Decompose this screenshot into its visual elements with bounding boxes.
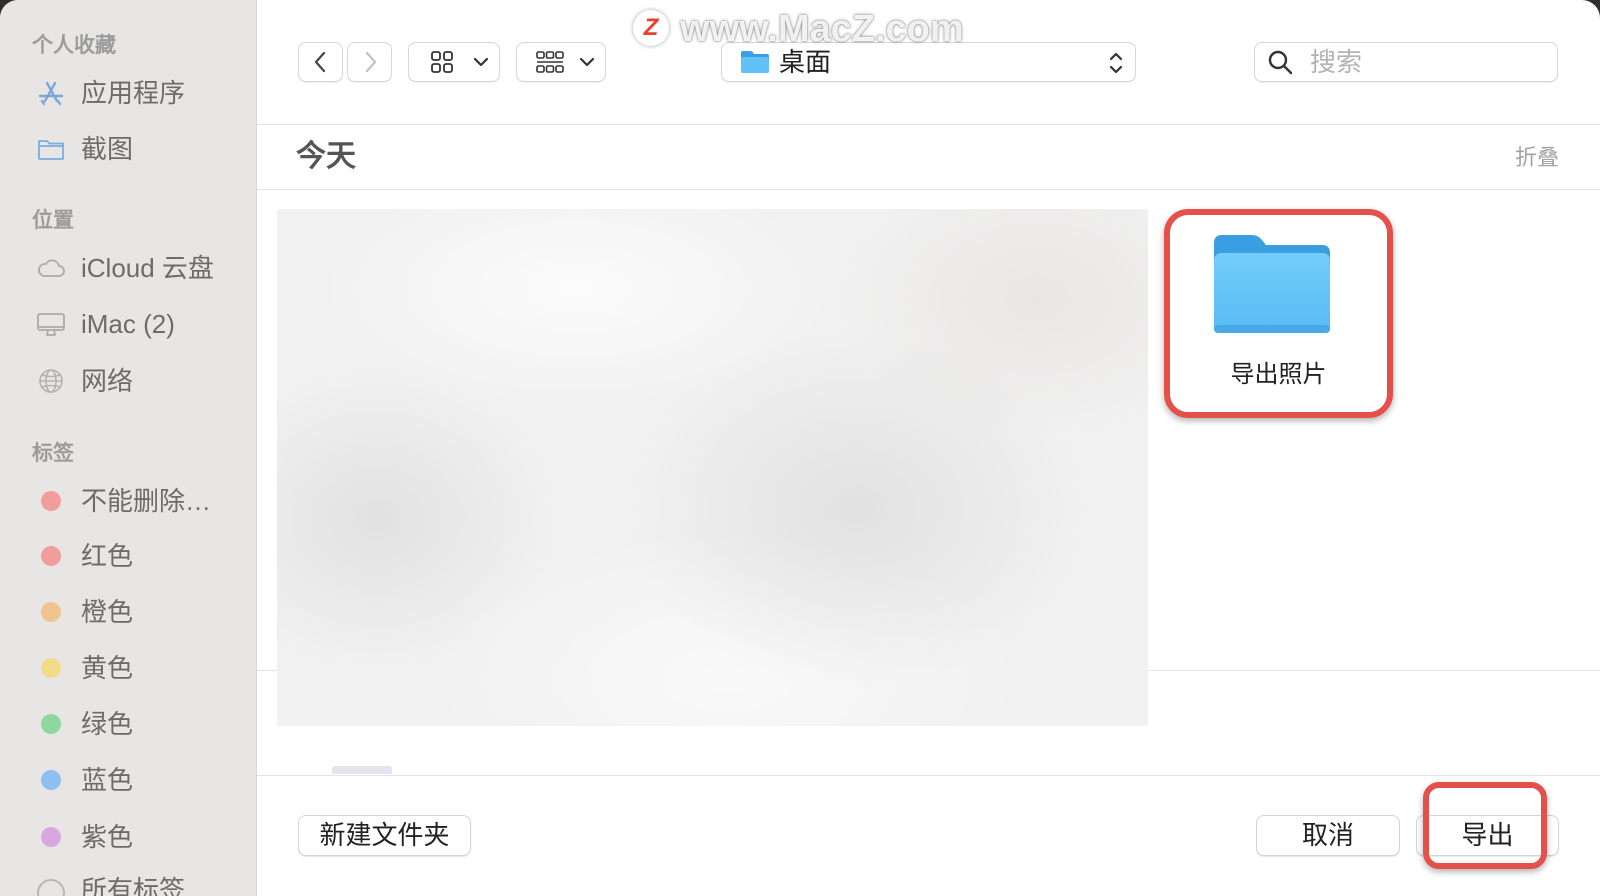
up-down-chevron-icon [1109,52,1123,74]
sidebar-section-tags: 标签 [32,442,74,465]
cancel-button[interactable]: 取消 [1256,815,1400,856]
sidebar-item-label: 蓝色 [81,765,134,795]
sidebar-item-applications[interactable]: 应用程序 [14,73,243,113]
sidebar-item-screenshots[interactable]: 截图 [14,129,243,169]
search-icon [1268,50,1293,75]
tag-color-dot [41,491,61,511]
sidebar-tag-green[interactable]: 绿色 [14,704,243,744]
folder-icon [1214,235,1330,333]
folder-icon [36,135,66,163]
sidebar-tag-red[interactable]: 红色 [14,536,243,576]
sidebar-tag-purple[interactable]: 紫色 [14,817,243,857]
app-store-icon [36,79,66,107]
folder-icon [741,51,769,73]
tag-color-dot [41,658,61,678]
tag-color-dot [41,827,61,847]
file-thumbnail-partial [332,766,392,774]
group-view-icon [536,51,564,73]
tag-color-dot [41,714,61,734]
sidebar-item-label: 黄色 [81,653,134,683]
collapse-button[interactable]: 折叠 [1515,145,1559,171]
sidebar-item-label: iMac (2) [81,309,175,339]
globe-icon [36,367,66,395]
grid-view-icon [431,51,453,73]
folder-name: 导出照片 [1230,361,1327,388]
sidebar: 个人收藏 应用程序 截图 位置 iCloud 云盘 iMac (2) 网络 标签… [0,0,257,896]
sidebar-item-label: 橙色 [81,597,134,627]
search-placeholder: 搜索 [1310,47,1363,77]
sidebar-item-label: 截图 [81,134,134,164]
view-mode-button[interactable] [408,42,500,82]
sidebar-tag-cannot-delete[interactable]: 不能删除… [14,481,243,521]
sidebar-item-label: 不能删除… [81,486,212,516]
sidebar-item-network[interactable]: 网络 [14,361,243,401]
sidebar-item-icloud-drive[interactable]: iCloud 云盘 [14,248,243,288]
group-mode-button[interactable] [516,42,606,82]
forward-button[interactable] [347,42,392,82]
sidebar-item-label: 红色 [81,541,134,571]
sidebar-item-imac[interactable]: iMac (2) [14,304,243,344]
toolbar-divider [257,124,1600,125]
watermark-text: www.MacZ.com [680,8,964,50]
back-button[interactable] [298,42,343,82]
chevron-left-icon [314,51,326,73]
sidebar-tag-blue[interactable]: 蓝色 [14,760,243,800]
sidebar-item-label: 网络 [81,366,134,396]
sidebar-item-label: iCloud 云盘 [81,253,214,283]
sidebar-section-locations: 位置 [32,209,74,232]
sidebar-tag-orange[interactable]: 橙色 [14,592,243,632]
sidebar-tag-yellow[interactable]: 黄色 [14,648,243,688]
sidebar-item-label: 绿色 [81,709,134,739]
chevron-down-icon [579,57,595,67]
chevron-right-icon [365,51,377,73]
search-field[interactable]: 搜索 [1254,42,1558,82]
sidebar-section-favorites: 个人收藏 [32,34,116,57]
tag-color-dot [41,770,61,790]
watermark-logo: Z [633,10,669,46]
export-button[interactable]: 导出 [1416,815,1559,856]
new-folder-button[interactable]: 新建文件夹 [298,815,471,856]
tag-color-dot [41,602,61,622]
group-header-divider [257,189,1600,190]
blurred-file-preview[interactable] [277,209,1148,726]
monitor-icon [36,310,66,338]
sidebar-item-label: 紫色 [81,822,134,852]
sidebar-item-label: 应用程序 [81,78,186,108]
chevron-down-icon [473,57,489,67]
cloud-icon [36,254,66,282]
tag-color-dot [41,546,61,566]
folder-item-export-photos[interactable]: 导出照片 [1164,209,1393,418]
save-dialog-window: 个人收藏 应用程序 截图 位置 iCloud 云盘 iMac (2) 网络 标签… [0,0,1600,896]
sidebar-item-all-tags[interactable]: 所有标签 [14,870,243,896]
footer-divider [257,775,1600,776]
group-title: 今天 [296,140,356,173]
